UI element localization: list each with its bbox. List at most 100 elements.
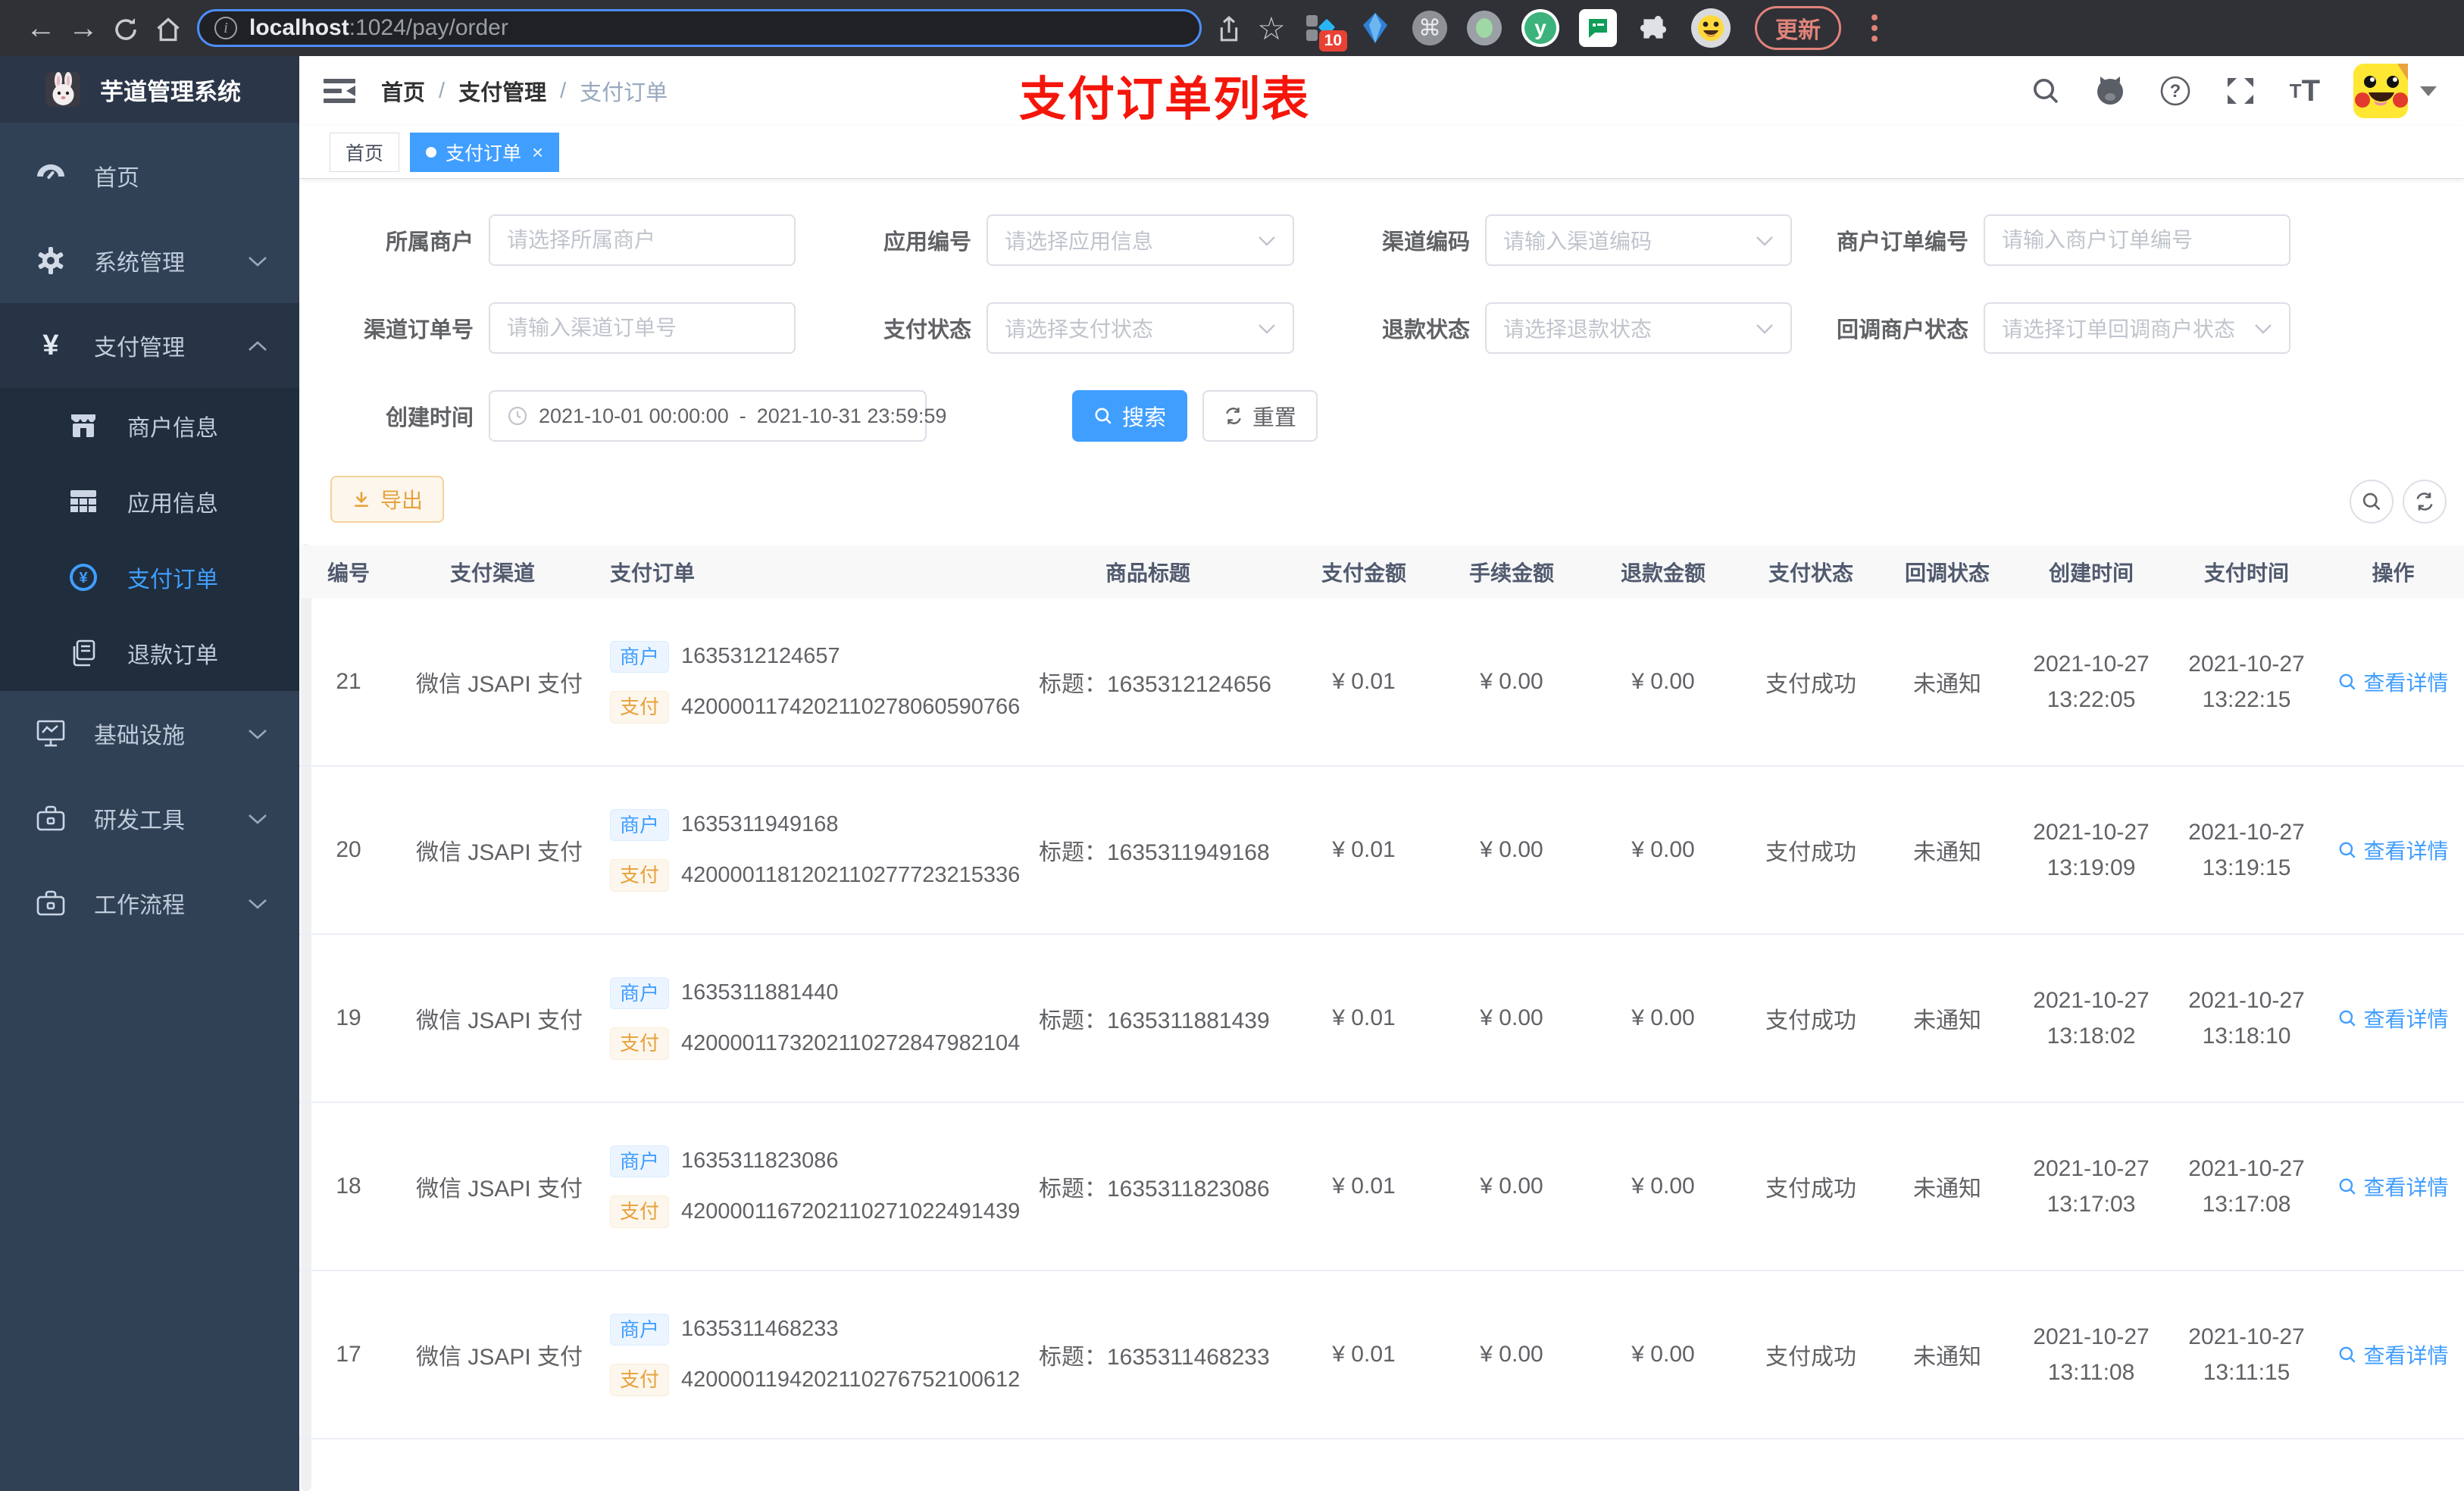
sidebar-item-payment[interactable]: ¥ 支付管理 <box>0 303 299 388</box>
extension-avatar-emoji[interactable] <box>1691 8 1731 48</box>
sidebar-item-infrastructure[interactable]: 基础设施 <box>0 691 299 776</box>
bookmark-star-icon[interactable]: ☆ <box>1250 10 1293 47</box>
menu-fold-icon[interactable] <box>322 76 357 106</box>
cell-notify: 未通知 <box>1913 1177 1981 1202</box>
site-info-icon[interactable]: i <box>214 17 237 39</box>
chrome-update-button[interactable]: 更新 <box>1755 6 1841 50</box>
table-row: 18 微信 JSAPI 支付 商户 1635311823086 支付 4200001… <box>299 1103 2464 1271</box>
cell-title: 标题：1635311949168 <box>1039 840 1270 865</box>
sidebar: 芋道管理系统 首页 系统管理 ¥ 支付管理 商户信息 应用信息 ¥ 支付订单 退… <box>0 56 299 1491</box>
url-text: localhost:1024/pay/order <box>249 15 508 40</box>
cell-paid: 2021-10-27 13:18:10 <box>2188 988 2305 1049</box>
chevron-down-icon <box>248 890 267 916</box>
cell-created: 2021-10-27 13:18:02 <box>2033 988 2150 1049</box>
sidebar-item-dev-tools[interactable]: 研发工具 <box>0 776 299 861</box>
cell-amount: ¥ 0.01 <box>1332 669 1396 694</box>
extension-puzzle-icon[interactable] <box>1637 11 1671 45</box>
forward-icon[interactable]: → <box>62 11 105 45</box>
user-avatar[interactable] <box>2353 64 2437 118</box>
view-details-link[interactable]: 查看详情 <box>2337 835 2449 865</box>
tab-pay-order[interactable]: 支付订单 × <box>410 132 560 172</box>
sidebar-item-system[interactable]: 系统管理 <box>0 218 299 303</box>
cell-order-no: 商户 1635311823086 支付 4200001167202110271022… <box>587 1145 1020 1228</box>
documents-icon <box>67 639 100 667</box>
breadcrumb-home[interactable]: 首页 <box>381 75 425 107</box>
channel-order-input[interactable] <box>489 302 796 354</box>
github-icon[interactable] <box>2094 75 2126 107</box>
refresh-table-button[interactable] <box>2403 480 2447 524</box>
share-icon[interactable] <box>1208 11 1250 45</box>
active-tab-dot <box>426 146 437 158</box>
submenu-item-pay-order[interactable]: ¥ 支付订单 <box>0 539 299 615</box>
cell-order-no: 商户 1635311949168 支付 4200001181202110277723… <box>587 808 1020 892</box>
channel-code-select[interactable]: 请输入渠道编码 <box>1485 214 1792 266</box>
view-details-link[interactable]: 查看详情 <box>2337 1003 2449 1033</box>
cell-fee: ¥ 0.00 <box>1480 837 1543 862</box>
extension-chat-icon[interactable] <box>1579 9 1617 47</box>
extension-badge: 10 <box>1318 30 1347 52</box>
filter-merchant: 所属商户 <box>299 214 796 266</box>
sidebar-item-label: 基础设施 <box>94 724 185 749</box>
tab-home[interactable]: 首页 <box>330 132 400 172</box>
sidebar-item-workflow[interactable]: 工作流程 <box>0 861 299 946</box>
merchant-tag: 商户 <box>610 1145 670 1177</box>
sidebar-item-label: 研发工具 <box>94 808 185 833</box>
extension-command-icon[interactable]: ⌘ <box>1412 11 1447 45</box>
cell-amount: ¥ 0.01 <box>1332 837 1396 862</box>
pay-status-select[interactable]: 请选择支付状态 <box>987 302 1294 354</box>
refund-status-select[interactable]: 请选择退款状态 <box>1485 302 1792 354</box>
reset-button[interactable]: 重置 <box>1202 390 1318 442</box>
submenu-item-merchant-info[interactable]: 商户信息 <box>0 388 299 464</box>
submenu-item-app-info[interactable]: 应用信息 <box>0 464 299 539</box>
breadcrumb-payment[interactable]: 支付管理 <box>458 75 546 107</box>
pay-order-icon: ¥ <box>67 563 100 592</box>
cell-refund: ¥ 0.00 <box>1631 1005 1695 1030</box>
home-icon[interactable] <box>147 11 189 45</box>
cell-action: 查看详情 <box>2322 835 2464 866</box>
app-select[interactable]: 请选择应用信息 <box>987 214 1294 266</box>
chevron-down-icon <box>248 248 267 274</box>
filter-create-time: 创建时间 2021-10-01 00:00:00 - 2021-10-31 23… <box>299 390 946 442</box>
cell-title: 标题：1635312124656 <box>1039 672 1271 697</box>
view-details-link[interactable]: 查看详情 <box>2337 1171 2449 1202</box>
tab-close-icon[interactable]: × <box>532 142 543 162</box>
monitor-chart-icon <box>33 720 68 747</box>
breadcrumb-current: 支付订单 <box>580 81 668 105</box>
cell-status: 支付成功 <box>1765 840 1856 865</box>
view-details-link[interactable]: 查看详情 <box>2337 667 2449 697</box>
submenu-item-label: 应用信息 <box>127 492 218 517</box>
reload-icon[interactable] <box>105 11 147 45</box>
merchant-input[interactable] <box>489 214 796 266</box>
cell-status: 支付成功 <box>1765 1345 1856 1370</box>
export-button[interactable]: 导出 <box>330 476 444 523</box>
sidebar-logo[interactable]: 芋道管理系统 <box>0 56 299 123</box>
cell-fee: ¥ 0.00 <box>1480 1005 1543 1030</box>
search-button[interactable]: 搜索 <box>1072 390 1187 442</box>
extension-recorder-icon[interactable] <box>1467 11 1502 45</box>
help-icon[interactable]: ? <box>2159 75 2191 107</box>
extension-grid-icon[interactable]: 10 <box>1303 11 1347 52</box>
extension-gem-icon[interactable] <box>1358 11 1393 45</box>
show-search-toggle-button[interactable] <box>2350 480 2394 524</box>
callback-status-select[interactable]: 请选择订单回调商户状态 <box>1984 302 2290 354</box>
shop-icon <box>67 413 100 439</box>
sidebar-item-home[interactable]: 首页 <box>0 133 299 218</box>
date-range-input[interactable]: 2021-10-01 00:00:00 - 2021-10-31 23:59:5… <box>489 390 946 442</box>
fullscreen-icon[interactable] <box>2225 75 2256 107</box>
cell-paid: 2021-10-27 13:22:15 <box>2188 652 2305 712</box>
address-bar[interactable]: i localhost:1024/pay/order <box>197 9 1202 47</box>
cell-created: 2021-10-27 13:11:08 <box>2033 1324 2150 1385</box>
table-row: 21 微信 JSAPI 支付 商户 1635312124657 支付 4200001… <box>299 599 2464 767</box>
search-icon <box>1095 408 1112 424</box>
view-details-link[interactable]: 查看详情 <box>2337 1339 2449 1370</box>
svg-text:?: ? <box>2169 81 2181 102</box>
merchant-order-input[interactable] <box>1984 214 2290 266</box>
font-size-icon[interactable]: TT <box>2290 74 2320 108</box>
submenu-item-refund-order[interactable]: 退款订单 <box>0 615 299 691</box>
chevron-down-icon <box>248 720 267 746</box>
extension-vue-icon[interactable]: y <box>1521 9 1559 47</box>
cell-amount: ¥ 0.01 <box>1332 1174 1396 1199</box>
header-search-icon[interactable] <box>2031 76 2061 106</box>
browser-menu-icon[interactable] <box>1871 14 1878 42</box>
back-icon[interactable]: ← <box>20 11 62 45</box>
